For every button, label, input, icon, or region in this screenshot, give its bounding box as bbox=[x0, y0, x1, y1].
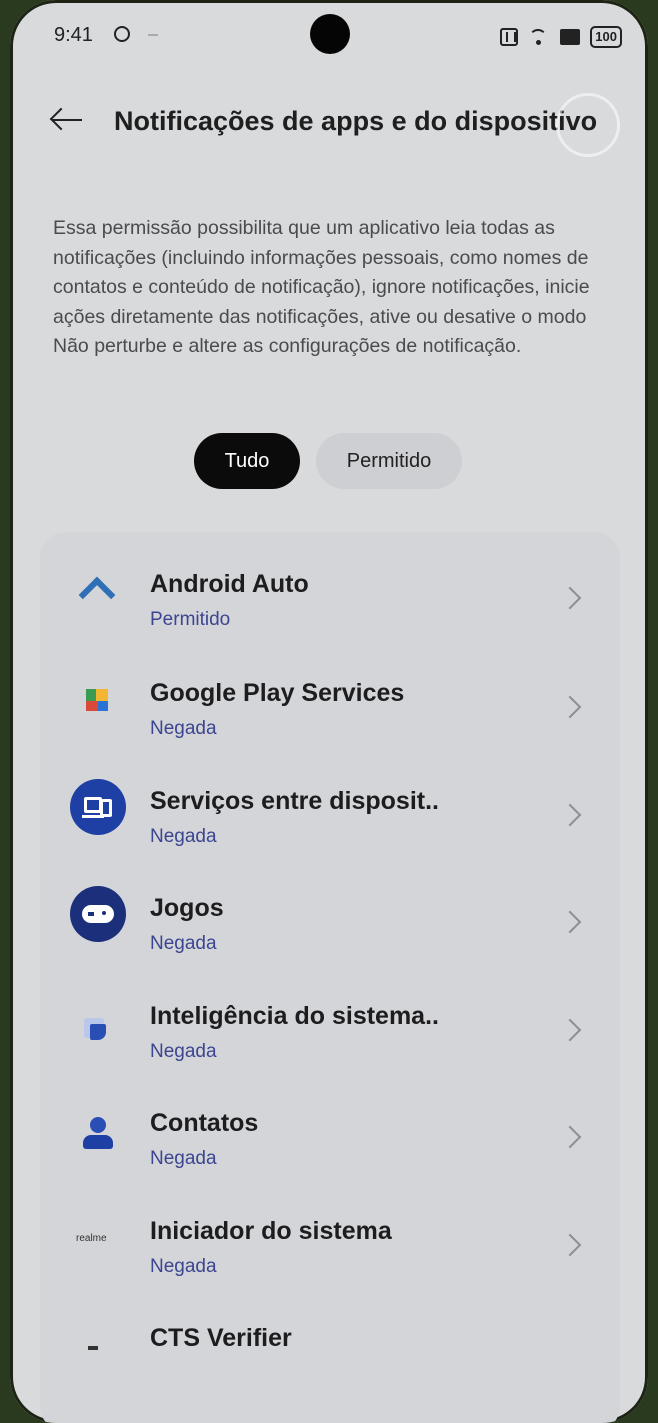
filter-chips: Tudo Permitido bbox=[10, 433, 648, 489]
cross-device-icon bbox=[70, 779, 126, 835]
status-bar: 9:41 100 bbox=[10, 0, 648, 70]
status-icons: 100 bbox=[500, 26, 622, 48]
app-name: Serviços entre disposit.. bbox=[150, 787, 439, 815]
dash-icon bbox=[148, 34, 158, 36]
app-name: Inteligência do sistema.. bbox=[150, 1002, 439, 1030]
filter-chip-allowed[interactable]: Permitido bbox=[316, 433, 462, 489]
chevron-right-icon bbox=[558, 803, 582, 827]
filter-chip-all[interactable]: Tudo bbox=[194, 433, 300, 489]
page-title: Notificações de apps e do dispositivo bbox=[114, 106, 598, 136]
list-item-contacts[interactable]: Contatos Negada bbox=[40, 1071, 620, 1179]
dnd-icon bbox=[114, 26, 130, 42]
list-item-cross-device-services[interactable]: Serviços entre disposit.. Negada bbox=[40, 749, 620, 857]
realme-logo-text: realme bbox=[76, 1233, 107, 1244]
app-name: Contatos bbox=[150, 1109, 259, 1137]
app-permission-status: Negada bbox=[150, 1041, 217, 1062]
app-list: Android Auto Permitido Google Play Servi… bbox=[40, 532, 620, 1423]
app-name: Google Play Services bbox=[150, 679, 405, 707]
list-item-games[interactable]: Jogos Negada bbox=[40, 856, 620, 964]
phone-screen: 9:41 100 Notificações de apps e do dispo… bbox=[10, 0, 648, 1423]
chevron-right-icon bbox=[558, 695, 582, 719]
status-time: 9:41 bbox=[54, 24, 93, 46]
app-permission-status: Negada bbox=[150, 718, 217, 739]
permission-description: Essa permissão possibilita que um aplica… bbox=[53, 217, 590, 357]
arrow-left-icon[interactable] bbox=[50, 106, 84, 134]
app-permission-status: Permitido bbox=[150, 609, 231, 630]
chevron-right-icon bbox=[558, 1018, 582, 1042]
loading-spinner-icon bbox=[556, 93, 620, 157]
app-permission-status: Negada bbox=[150, 1256, 217, 1277]
list-item-system-intelligence[interactable]: Inteligência do sistema.. Negada bbox=[40, 964, 620, 1072]
app-name: CTS Verifier bbox=[150, 1324, 292, 1352]
cts-verifier-icon bbox=[70, 1316, 126, 1372]
gamepad-icon bbox=[70, 886, 126, 942]
app-name: Jogos bbox=[150, 894, 224, 922]
sim-icon bbox=[560, 29, 581, 45]
app-bar: Notificações de apps e do dispositivo bbox=[10, 90, 648, 150]
wifi-icon bbox=[528, 29, 550, 45]
list-item-cts-verifier[interactable]: CTS Verifier bbox=[40, 1286, 620, 1394]
chevron-right-icon bbox=[558, 1125, 582, 1149]
chevron-right-icon bbox=[558, 1233, 582, 1257]
contacts-icon bbox=[70, 1101, 126, 1157]
system-intelligence-icon bbox=[70, 994, 126, 1050]
android-auto-icon bbox=[70, 562, 126, 618]
realme-launcher-icon: realme bbox=[70, 1209, 126, 1265]
battery-icon: 100 bbox=[590, 26, 622, 48]
list-item-system-launcher[interactable]: realme Iniciador do sistema Negada bbox=[40, 1179, 620, 1287]
chevron-right-icon bbox=[558, 910, 582, 934]
list-item-google-play-services[interactable]: Google Play Services Negada bbox=[40, 641, 620, 749]
app-permission-status: Negada bbox=[150, 1148, 217, 1169]
chevron-right-icon bbox=[558, 586, 582, 610]
app-name: Android Auto bbox=[150, 570, 309, 598]
app-name: Iniciador do sistema bbox=[150, 1217, 392, 1245]
app-permission-status: Negada bbox=[150, 826, 217, 847]
nfc-icon bbox=[500, 28, 519, 46]
front-camera bbox=[310, 14, 350, 54]
app-permission-status: Negada bbox=[150, 933, 217, 954]
list-item-android-auto[interactable]: Android Auto Permitido bbox=[40, 532, 620, 640]
google-play-services-icon bbox=[70, 671, 126, 727]
